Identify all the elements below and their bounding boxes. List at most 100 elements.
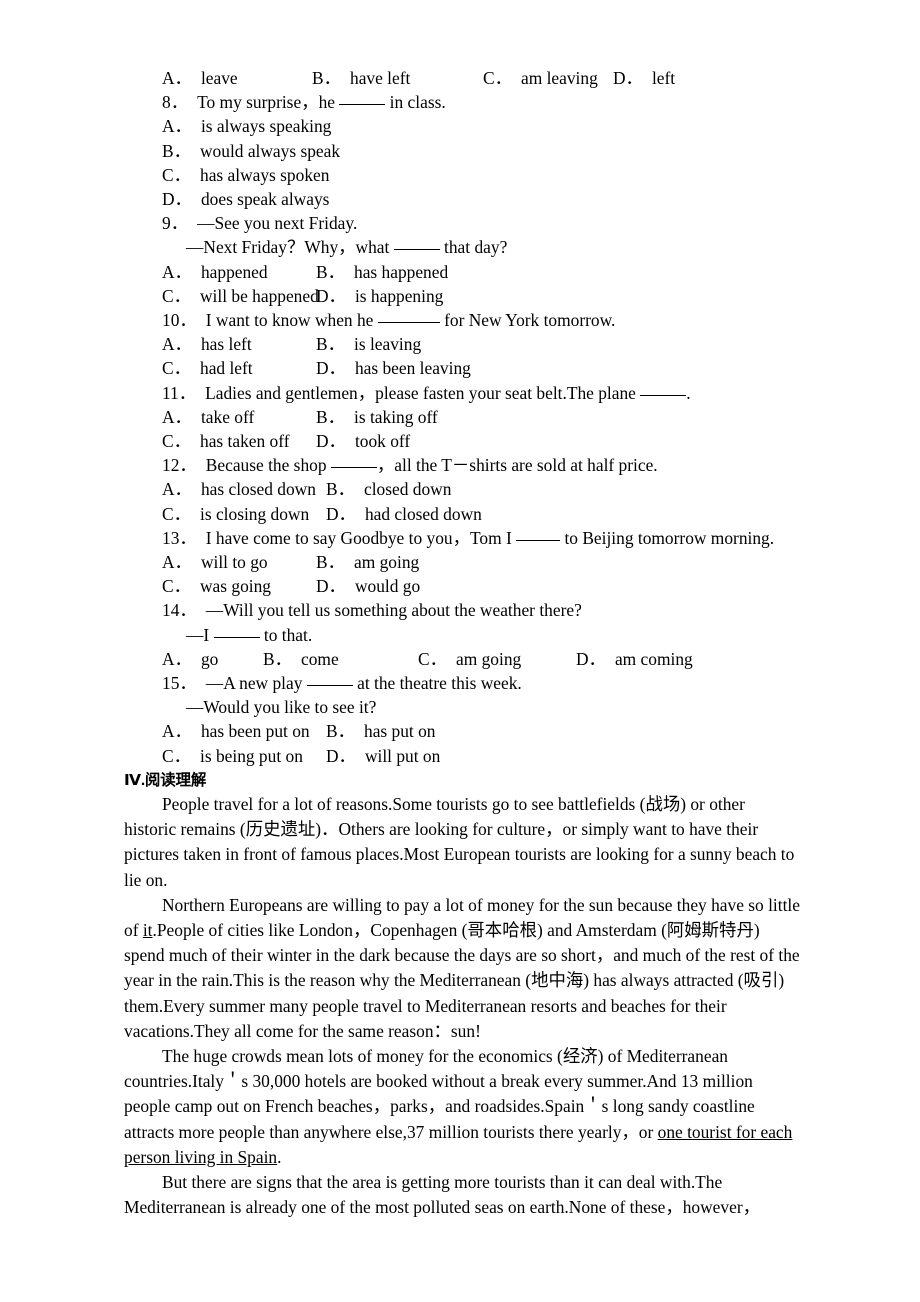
option-text: am going — [354, 552, 420, 573]
option-text: took off — [354, 431, 411, 452]
stem-text: —Next Friday？Why，what — [186, 237, 394, 258]
option-key: A． — [162, 116, 192, 137]
question-number: 13． — [162, 527, 197, 548]
option-text: has been leaving — [354, 358, 471, 379]
option-c: C． am leaving — [483, 66, 613, 90]
option-key: D． — [316, 431, 346, 452]
option-key: C． — [483, 68, 512, 88]
option-key: D． — [326, 503, 356, 524]
question-number: 11． — [162, 382, 197, 403]
option-d: D． has been leaving — [316, 356, 471, 380]
option-key: C． — [418, 648, 447, 669]
option-text: is always speaking — [200, 116, 332, 137]
stem-text: ，all the T－shirts are sold at half price… — [376, 455, 658, 476]
question-10-options-cd: C． had left D． has been leaving — [124, 356, 800, 380]
option-text: am coming — [614, 648, 693, 669]
stem-text: —A new play — [205, 673, 307, 694]
question-9-stem-line1: 9． —See you next Friday. — [124, 211, 800, 235]
passage-paragraph-2: Northern Europeans are willing to pay a … — [124, 893, 800, 1044]
option-d: D． left — [613, 66, 675, 90]
option-text: has left — [200, 334, 252, 355]
option-b: B． am going — [316, 550, 419, 574]
option-text: has put on — [364, 721, 436, 742]
option-a: A． leave — [162, 66, 312, 90]
question-9-options-cd: C． will be happenedD． is happening — [124, 284, 800, 308]
option-b: B． have left — [312, 66, 483, 90]
question-number: 14． — [162, 600, 197, 621]
option-a: A． has closed down — [162, 477, 326, 501]
question-number: 15． — [162, 673, 197, 694]
question-number: 12． — [162, 455, 197, 476]
fill-in-blank — [306, 685, 353, 687]
question-8-option-d: D． does speak always — [124, 187, 800, 211]
option-key: C． — [162, 576, 191, 597]
option-key: B． — [316, 406, 345, 427]
question-13-options-ab: A． will to go B． am going — [124, 550, 800, 574]
option-d: D． took off — [316, 429, 410, 453]
option-text: has closed down — [200, 479, 316, 500]
question-15-options-ab: A． has been put on B． has put on — [124, 719, 800, 743]
option-key: D． — [316, 285, 346, 306]
fill-in-blank — [330, 467, 377, 469]
option-key: B． — [263, 648, 292, 669]
question-8-stem: 8． To my surprise，he in class. — [124, 90, 800, 114]
question-10-stem: 10． I want to know when he for New York t… — [124, 308, 800, 332]
option-key: C． — [162, 431, 191, 452]
passage-paragraph-1: People travel for a lot of reasons.Some … — [124, 793, 795, 890]
option-key: D． — [613, 68, 643, 88]
question-15-stem-line1: 15． —A new play at the theatre this week. — [124, 671, 800, 695]
option-text: is closing down — [200, 503, 310, 524]
stem-text: Because the shop — [205, 455, 331, 476]
stem-text: at the theatre this week. — [352, 673, 522, 694]
option-b: B． come — [263, 647, 418, 671]
option-text: has been put on — [200, 721, 310, 742]
passage-text: .People of cities like London，Copenhagen… — [124, 919, 800, 1041]
stem-text: to Beijing tomorrow morning. — [560, 527, 775, 548]
option-key: B． — [326, 721, 355, 742]
option-text: had closed down — [364, 503, 482, 524]
passage-text: . — [277, 1146, 282, 1167]
option-text: is happening — [354, 285, 444, 306]
option-c: C． was going — [162, 574, 316, 598]
option-text: has happened — [354, 261, 449, 282]
option-text: has always spoken — [200, 164, 330, 185]
question-13-stem: 13． I have come to say Goodbye to you，Tom… — [124, 526, 800, 550]
stem-text: —Would you like to see it? — [186, 697, 377, 718]
option-text: will put on — [364, 745, 441, 766]
option-d: D． am coming — [576, 647, 693, 671]
option-key: D． — [162, 189, 192, 210]
option-c: C． am going — [418, 647, 576, 671]
option-a: A． happened — [162, 260, 316, 284]
option-key: A． — [162, 648, 192, 669]
option-key: C． — [162, 358, 191, 379]
stem-text: To my surprise，he — [197, 92, 340, 113]
option-b: B． has put on — [326, 719, 436, 743]
option-key: A． — [162, 479, 192, 500]
stem-text: —See you next Friday. — [197, 213, 358, 234]
question-8-option-c: C． has always spoken — [124, 163, 800, 187]
option-a: A． take off — [162, 405, 316, 429]
stem-text: in class. — [385, 92, 446, 113]
option-a: A． will to go — [162, 550, 316, 574]
question-number: 10． — [162, 310, 197, 331]
question-number: 8． — [162, 92, 189, 113]
stem-text: I want to know when he — [205, 310, 378, 331]
question-8-option-b: B． would always speak — [124, 139, 800, 163]
option-d: D． had closed down — [326, 502, 482, 526]
question-9-stem-line2: —Next Friday？Why，what that day? — [124, 235, 800, 259]
option-key: B． — [162, 140, 191, 161]
option-key: C． — [162, 745, 191, 766]
question-14-stem-line1: 14． —Will you tell us something about the… — [124, 598, 800, 622]
option-key: B． — [316, 261, 345, 282]
option-key: B． — [316, 552, 345, 573]
fill-in-blank — [339, 104, 386, 106]
question-11-stem: 11． Ladies and gentlemen，please fasten yo… — [124, 381, 800, 405]
option-b: B． is taking off — [316, 405, 438, 429]
question-10-options-ab: A． has left B． is leaving — [124, 332, 800, 356]
stem-text: to that. — [259, 624, 313, 645]
fill-in-blank — [640, 394, 687, 396]
question-12-options-ab: A． has closed down B． closed down — [124, 477, 800, 501]
section-heading-reading-comprehension: Ⅳ.阅读理解 — [124, 771, 207, 789]
option-d: D． will put on — [326, 744, 440, 768]
option-text: does speak always — [200, 189, 330, 210]
